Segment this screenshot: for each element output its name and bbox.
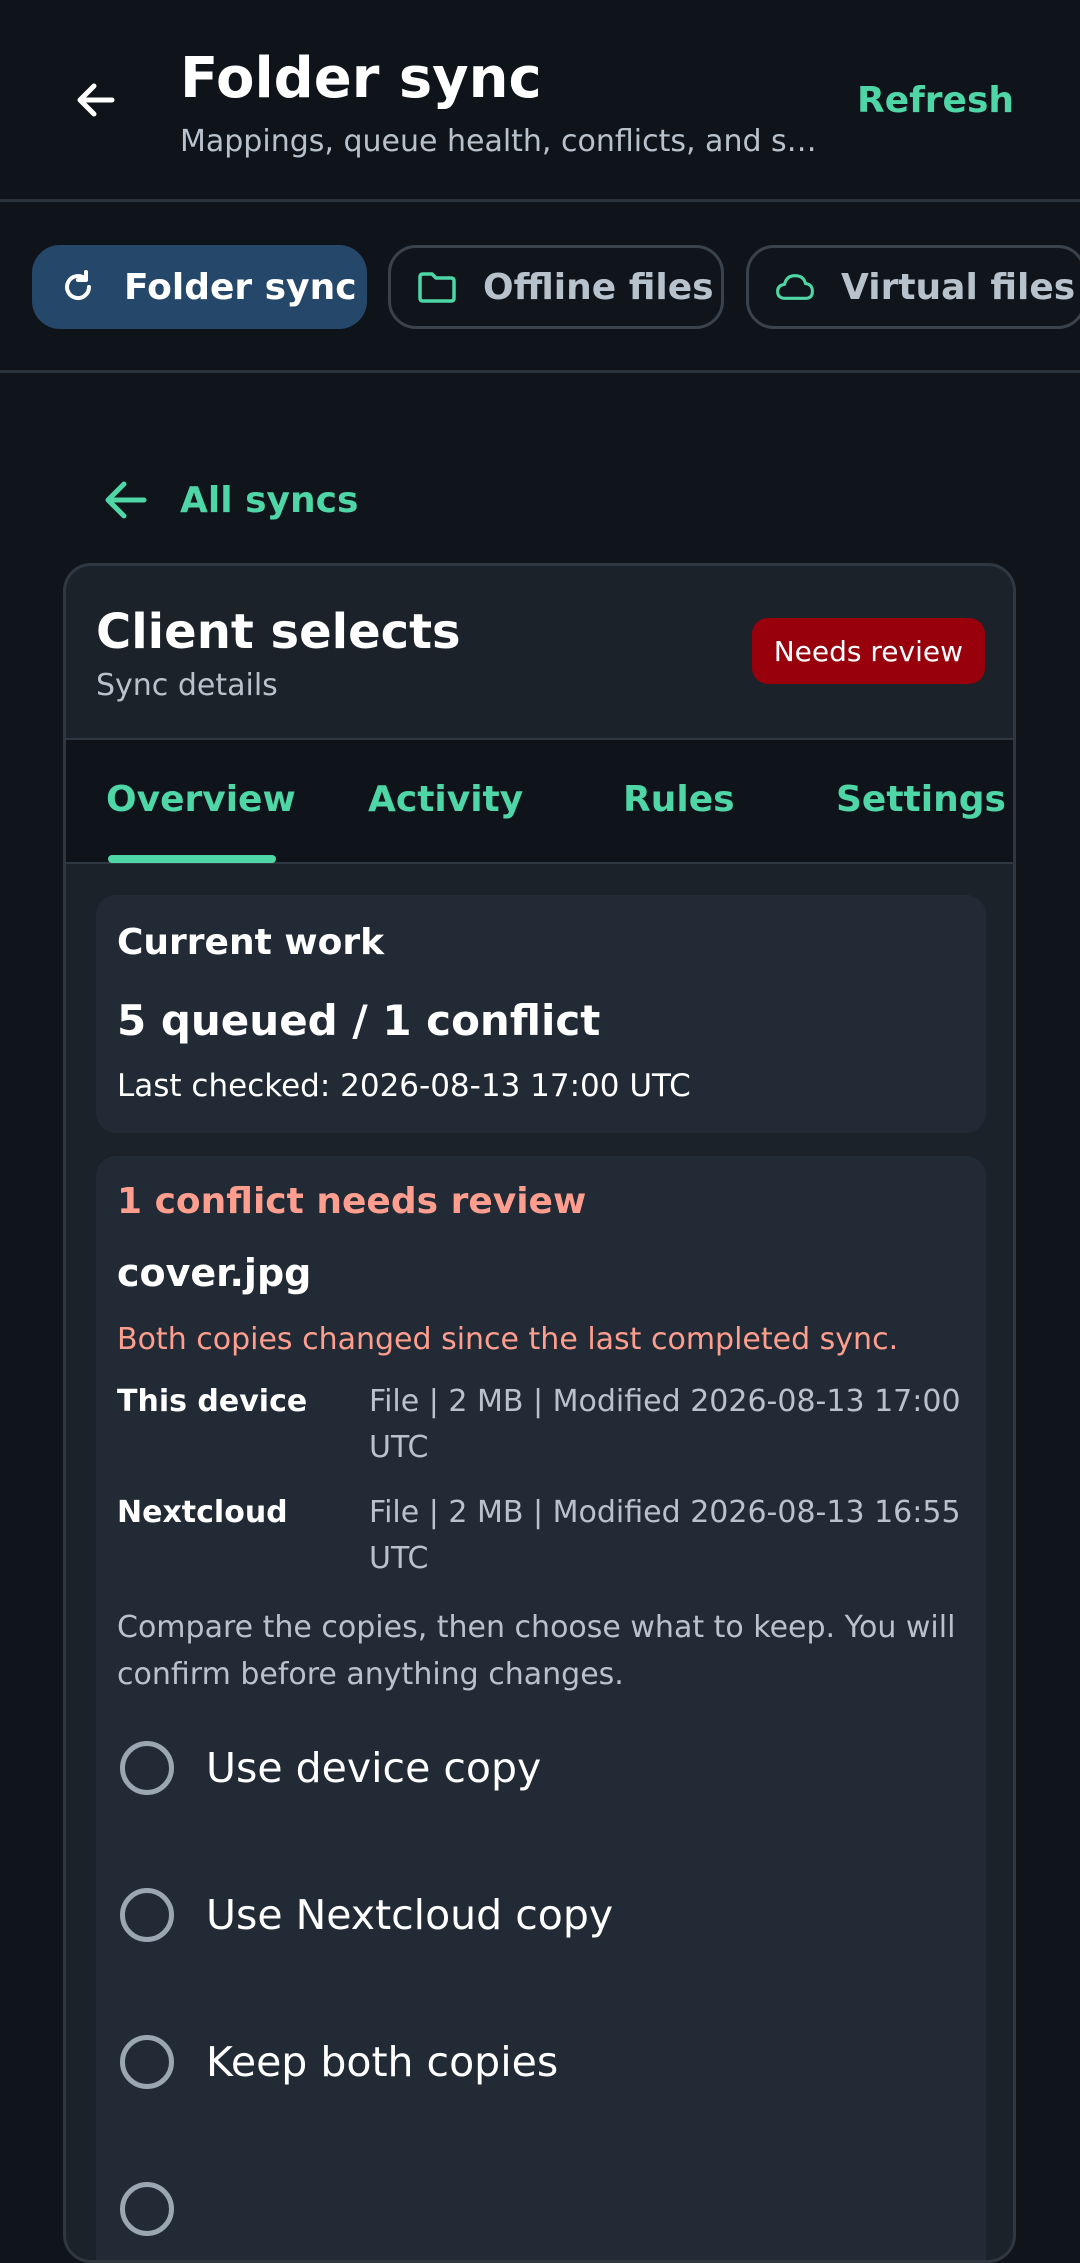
nextcloud-copy-details: File | 2 MB | Modified 2026-08-13 16:55 … xyxy=(369,1495,961,1576)
card-header: Client selects Sync details Needs review xyxy=(66,566,1013,738)
tab-overview[interactable]: Overview xyxy=(106,770,296,830)
device-copy-details: File | 2 MB | Modified 2026-08-13 17:00 … xyxy=(369,1384,961,1465)
conflict-panel: 1 conflict needs review cover.jpg Both c… xyxy=(96,1156,986,2260)
radio-button[interactable] xyxy=(120,1741,174,1795)
radio-button[interactable] xyxy=(120,2035,174,2089)
status-badge: Needs review xyxy=(751,618,985,684)
option-use-device-copy[interactable]: Use device copy xyxy=(117,1718,977,1818)
nextcloud-copy-label: Nextcloud xyxy=(117,1495,288,1530)
current-work-heading: Current work xyxy=(117,922,385,963)
sync-name: Client selects xyxy=(96,604,461,660)
last-checked: Last checked: 2026-08-13 17:00 UTC xyxy=(117,1068,691,1104)
option-label: Use Nextcloud copy xyxy=(206,1891,614,1939)
conflict-description: Both copies changed since the last compl… xyxy=(117,1322,899,1357)
option-label: Use device copy xyxy=(206,1744,542,1792)
tab-activity[interactable]: Activity xyxy=(368,770,523,830)
section-chip-row: Folder sync Offline files Virtual files xyxy=(0,205,1080,373)
card-subtitle: Sync details xyxy=(96,668,278,703)
conflict-instructions: Compare the copies, then choose what to … xyxy=(117,1610,956,1692)
option-label: Keep both copies xyxy=(206,2038,559,2086)
chip-label: Folder sync xyxy=(124,266,357,308)
refresh-icon xyxy=(58,267,98,307)
tab-selected-indicator xyxy=(108,855,276,863)
all-syncs-link[interactable]: All syncs xyxy=(100,470,358,530)
cloud-icon xyxy=(775,267,815,307)
option-keep-both-copies[interactable]: Keep both copies xyxy=(117,2012,977,2112)
arrow-left-icon xyxy=(77,83,115,117)
page-title: Folder sync xyxy=(180,46,542,111)
conflict-heading: 1 conflict needs review xyxy=(117,1181,587,1222)
folder-icon xyxy=(417,267,457,307)
all-syncs-label: All syncs xyxy=(180,479,359,521)
sync-detail-card: Client selects Sync details Needs review… xyxy=(63,563,1016,2263)
chip-folder-sync[interactable]: Folder sync xyxy=(32,245,367,329)
refresh-button[interactable]: Refresh xyxy=(857,76,1014,126)
app-bar: Folder sync Mappings, queue health, conf… xyxy=(0,0,1080,202)
tab-bar: Overview Activity Rules Settings xyxy=(66,738,1013,864)
device-copy-label: This device xyxy=(117,1384,308,1419)
back-button[interactable] xyxy=(60,64,132,136)
radio-button[interactable] xyxy=(120,1888,174,1942)
tab-settings[interactable]: Settings xyxy=(836,770,1006,830)
arrow-left-icon xyxy=(105,481,147,519)
chip-label: Virtual files xyxy=(841,266,1076,308)
chip-label: Offline files xyxy=(483,266,714,308)
chip-offline-files[interactable]: Offline files xyxy=(388,245,724,329)
conflict-file-name: cover.jpg xyxy=(117,1251,312,1295)
chip-virtual-files[interactable]: Virtual files xyxy=(746,245,1080,329)
page-subtitle: Mappings, queue health, conflicts, and s… xyxy=(180,124,820,159)
option-partially-visible[interactable] xyxy=(117,2159,977,2259)
option-use-nextcloud-copy[interactable]: Use Nextcloud copy xyxy=(117,1865,977,1965)
queue-summary: 5 queued / 1 conflict xyxy=(117,996,601,1045)
tab-rules[interactable]: Rules xyxy=(623,770,735,830)
radio-button[interactable] xyxy=(120,2182,174,2236)
current-work-panel: Current work 5 queued / 1 conflict Last … xyxy=(96,895,986,1133)
